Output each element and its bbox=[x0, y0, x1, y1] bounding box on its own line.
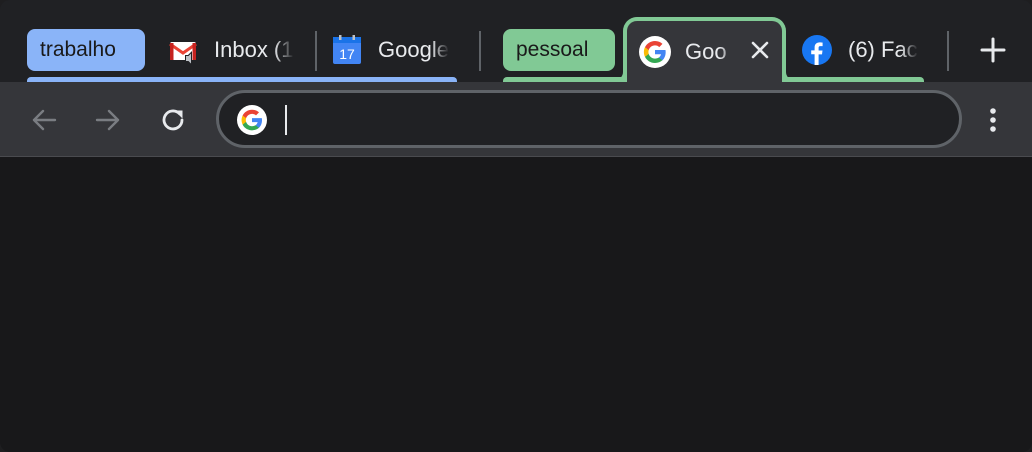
more-vert-icon bbox=[990, 108, 996, 132]
calendar-icon: 17 bbox=[332, 35, 362, 65]
tab-divider bbox=[315, 31, 317, 71]
toolbar bbox=[0, 82, 1032, 157]
tab-title: Google bbox=[378, 37, 449, 62]
gmail-icon bbox=[168, 35, 198, 65]
tab-facebook[interactable]: (6) Fac bbox=[802, 29, 930, 71]
text-caret bbox=[285, 105, 287, 135]
menu-button[interactable] bbox=[975, 102, 1011, 138]
tab-group-pessoal[interactable]: pessoal bbox=[503, 29, 615, 71]
browser-window: trabalho Inbox (1 17 Google pessoal Goo … bbox=[0, 0, 1032, 452]
google-icon bbox=[639, 36, 671, 68]
page-content[interactable] bbox=[0, 157, 1032, 452]
tab-google-active[interactable]: Goo bbox=[623, 17, 786, 87]
arrow-right-icon bbox=[95, 109, 120, 131]
plus-icon bbox=[980, 37, 1006, 63]
facebook-icon bbox=[802, 35, 832, 65]
arrow-left-icon bbox=[32, 109, 57, 131]
tab-title: Goo bbox=[685, 39, 727, 64]
google-icon bbox=[237, 105, 267, 135]
tab-strip: trabalho Inbox (1 17 Google pessoal Goo … bbox=[0, 0, 1032, 87]
back-button[interactable] bbox=[26, 102, 62, 138]
forward-button[interactable] bbox=[90, 102, 126, 138]
tab-calendar[interactable]: 17 Google bbox=[332, 29, 462, 71]
tab-divider bbox=[947, 31, 949, 71]
close-icon[interactable] bbox=[745, 35, 775, 65]
tab-group-trabalho[interactable]: trabalho bbox=[27, 29, 145, 71]
reload-button[interactable] bbox=[155, 102, 191, 138]
new-tab-button[interactable] bbox=[976, 33, 1010, 67]
tab-inbox[interactable]: Inbox (1 bbox=[168, 29, 300, 71]
tab-divider bbox=[479, 31, 481, 71]
tab-title: Inbox (1 bbox=[214, 37, 294, 62]
tab-title: (6) Fac bbox=[848, 37, 918, 62]
address-bar[interactable] bbox=[216, 90, 962, 148]
calendar-date: 17 bbox=[339, 46, 355, 62]
reload-icon bbox=[162, 109, 184, 131]
address-input[interactable] bbox=[279, 101, 939, 137]
